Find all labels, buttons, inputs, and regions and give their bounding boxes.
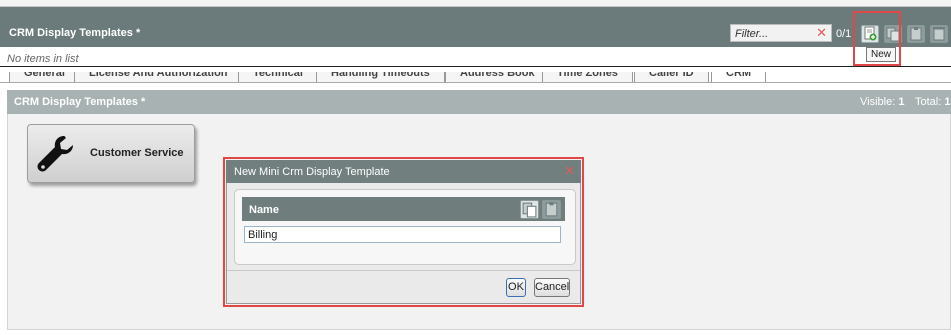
tab-time-zones[interactable]: Time Zones	[542, 72, 633, 82]
dialog-close-icon[interactable]: ✕	[564, 163, 575, 179]
empty-list-text: No items in list	[7, 53, 79, 65]
tab-general[interactable]: General	[9, 72, 80, 82]
item-counter: 0/1	[836, 28, 852, 40]
tab-handling-timeouts[interactable]: Handling Timeouts	[316, 72, 445, 82]
name-field-header	[242, 197, 565, 221]
panel-header	[7, 90, 951, 114]
ruler-strip	[0, 0, 951, 7]
paste-icon	[910, 27, 922, 41]
delete-icon	[933, 27, 945, 41]
tab-crm[interactable]: CRM	[711, 72, 767, 82]
tab-address-book[interactable]: Address Book	[445, 72, 550, 82]
visible-value: 1	[898, 96, 905, 108]
paste-icon	[545, 202, 558, 217]
tabs-baseline	[0, 82, 951, 83]
tab-license[interactable]: License And Authorization	[74, 72, 243, 82]
dialog-paste-button[interactable]	[542, 200, 561, 219]
tab-technical[interactable]: Technical	[238, 72, 318, 82]
delete-button[interactable]	[930, 25, 948, 43]
tab-strip: General License And Authorization Techni…	[0, 72, 951, 82]
wrench-icon	[37, 136, 73, 172]
filter-input[interactable]	[733, 26, 819, 42]
total-count: Total: 1	[915, 96, 950, 108]
dialog-separator	[227, 270, 580, 271]
template-tile-customer-service[interactable]: Customer Service	[27, 124, 195, 183]
filter-field[interactable]: ✕	[730, 24, 832, 42]
ok-button[interactable]: OK	[506, 278, 526, 297]
copy-icon	[522, 202, 537, 218]
panel-title: CRM Display Templates *	[14, 96, 146, 108]
visible-label: Visible:	[860, 96, 896, 108]
top-panel-title: CRM Display Templates *	[9, 27, 141, 39]
name-input[interactable]	[244, 226, 561, 243]
clear-filter-icon[interactable]: ✕	[816, 25, 827, 41]
cancel-button[interactable]: Cancel	[534, 278, 570, 297]
name-label: Name	[249, 204, 279, 216]
visible-count: Visible: 1	[860, 96, 904, 108]
total-value: 1	[944, 96, 951, 108]
paste-button[interactable]	[907, 25, 925, 43]
dialog-copy-button[interactable]	[520, 200, 539, 219]
new-tooltip: New	[866, 47, 897, 62]
dialog-title: New Mini Crm Display Template	[234, 166, 390, 178]
template-tile-label: Customer Service	[90, 147, 184, 159]
total-label: Total:	[915, 96, 942, 108]
divider	[0, 66, 951, 67]
tab-caller-id[interactable]: Caller ID	[634, 72, 709, 82]
